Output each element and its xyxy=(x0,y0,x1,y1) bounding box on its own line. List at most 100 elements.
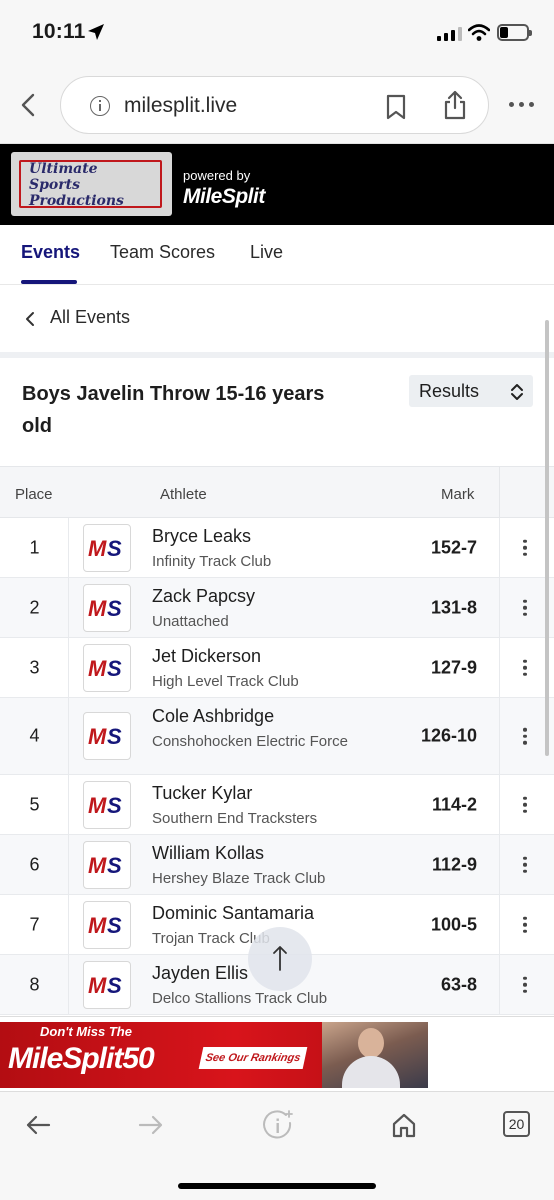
back-chevron-icon[interactable] xyxy=(14,90,44,120)
mark-cell: 126-10 xyxy=(420,725,477,746)
results-select-value[interactable]: Results xyxy=(419,381,479,402)
athlete-team: Conshohocken Electric Force xyxy=(152,733,348,750)
svg-text:S: S xyxy=(107,853,122,877)
active-tab-indicator xyxy=(21,280,77,284)
tab-team-scores[interactable]: Team Scores xyxy=(110,242,215,263)
athlete-name[interactable]: Dominic Santamaria xyxy=(152,903,314,924)
ms-logo-icon: M S xyxy=(83,712,131,760)
kebab-icon[interactable] xyxy=(523,796,527,813)
mark-cell: 127-9 xyxy=(430,657,477,677)
info-sparkle-icon[interactable] xyxy=(262,1110,294,1142)
svg-text:M: M xyxy=(88,724,107,748)
athlete-name[interactable]: Tucker Kylar xyxy=(152,783,252,804)
header-place: Place xyxy=(15,486,53,503)
table-row[interactable]: 4 M S Cole Ashbridge Conshohocken Electr… xyxy=(0,698,554,775)
kebab-icon[interactable] xyxy=(523,856,527,873)
results-select[interactable]: Results xyxy=(409,375,533,407)
ad-cta-button[interactable]: See Our Rankings xyxy=(198,1047,308,1069)
info-icon[interactable] xyxy=(90,96,110,116)
battery-icon xyxy=(497,24,532,41)
forward-arrow-icon[interactable] xyxy=(138,1112,164,1138)
header-mark: Mark xyxy=(441,486,475,503)
svg-text:S: S xyxy=(107,536,122,560)
svg-text:M: M xyxy=(88,596,107,620)
svg-text:S: S xyxy=(107,913,122,937)
kebab-icon[interactable] xyxy=(523,599,527,616)
svg-text:S: S xyxy=(107,724,122,748)
table-row[interactable]: 2 M S Zack Papcsy Unattached 131-8 xyxy=(0,578,554,638)
table-row[interactable]: 3 M S Jet Dickerson High Level Track Clu… xyxy=(0,638,554,698)
ms-logo-icon: M S xyxy=(83,960,131,1009)
chevron-left-icon xyxy=(26,312,34,326)
back-arrow-icon[interactable] xyxy=(25,1112,51,1138)
mark-cell: 112-9 xyxy=(431,854,477,874)
athlete-name[interactable]: Zack Papcsy xyxy=(152,586,255,607)
arrow-up-icon xyxy=(273,946,287,971)
tab-events[interactable]: Events xyxy=(21,242,80,263)
ms-logo-icon: M S xyxy=(83,523,131,572)
athlete-name[interactable]: Bryce Leaks xyxy=(152,526,251,547)
svg-text:M: M xyxy=(88,536,107,560)
athlete-name[interactable]: Cole Ashbridge xyxy=(152,706,274,727)
kebab-icon[interactable] xyxy=(523,976,527,993)
scroll-to-top-button[interactable] xyxy=(248,927,312,991)
svg-text:M: M xyxy=(88,853,107,877)
athlete-team: High Level Track Club xyxy=(152,673,299,690)
all-events-label[interactable]: All Events xyxy=(50,307,130,328)
mark-cell: 131-8 xyxy=(430,597,477,617)
logo-line-2: Sports xyxy=(29,177,80,193)
section-divider xyxy=(0,352,554,358)
share-icon[interactable] xyxy=(443,90,467,120)
svg-text:M: M xyxy=(88,973,107,997)
mark-cell: 114-2 xyxy=(431,794,477,814)
clock: 10:11 xyxy=(32,20,86,43)
place-cell: 5 xyxy=(29,794,40,814)
mark-cell: 100-5 xyxy=(430,914,477,934)
logo-line-1: Ultimate xyxy=(29,161,98,177)
table-row[interactable]: 5 M S Tucker Kylar Southern End Trackste… xyxy=(0,775,554,835)
more-icon[interactable] xyxy=(509,102,534,107)
table-row[interactable]: 1 M S Bryce Leaks Infinity Track Club 15… xyxy=(0,518,554,578)
up-down-chevron-icon xyxy=(511,384,523,400)
url-text[interactable]: milesplit.live xyxy=(124,94,237,118)
athlete-name[interactable]: Jayden Ellis xyxy=(152,963,248,984)
kebab-icon[interactable] xyxy=(523,916,527,933)
place-cell: 8 xyxy=(29,974,40,994)
page-scrollbar[interactable] xyxy=(545,320,549,756)
all-events-link[interactable]: All Events xyxy=(0,286,554,352)
kebab-icon[interactable] xyxy=(523,539,527,556)
svg-text:S: S xyxy=(107,973,122,997)
athlete-team: Unattached xyxy=(152,613,229,630)
place-cell: 2 xyxy=(29,597,40,617)
ms-logo-icon: M S xyxy=(83,780,131,829)
signal-icon xyxy=(437,27,462,41)
svg-text:M: M xyxy=(88,793,107,817)
home-icon[interactable] xyxy=(391,1112,417,1138)
place-cell: 1 xyxy=(29,537,40,557)
table-row[interactable]: 6 M S William Kollas Hershey Blaze Track… xyxy=(0,835,554,895)
status-bar: 10:11 xyxy=(0,0,554,66)
home-indicator xyxy=(178,1183,376,1189)
tabs-icon[interactable]: 20 xyxy=(503,1111,530,1137)
url-field[interactable]: milesplit.live xyxy=(60,76,489,134)
athlete-name[interactable]: William Kollas xyxy=(152,843,264,864)
athlete-name[interactable]: Jet Dickerson xyxy=(152,646,261,667)
site-header: Ultimate Sports Productions powered by M… xyxy=(0,144,554,225)
bookmark-icon[interactable] xyxy=(385,94,407,120)
browser-address-bar: milesplit.live xyxy=(0,66,554,144)
svg-text:S: S xyxy=(107,656,122,680)
ad-line-2: MileSplit50 xyxy=(8,1042,155,1075)
header-athlete: Athlete xyxy=(160,486,207,503)
usp-logo[interactable]: Ultimate Sports Productions xyxy=(11,152,172,216)
powered-by-text: powered by xyxy=(183,168,251,183)
ms-logo-icon: M S xyxy=(83,643,131,692)
kebab-icon[interactable] xyxy=(523,659,527,676)
wifi-icon xyxy=(468,24,490,41)
tab-live[interactable]: Live xyxy=(250,242,283,263)
svg-text:M: M xyxy=(88,913,107,937)
kebab-icon[interactable] xyxy=(523,727,527,745)
place-cell: 7 xyxy=(29,914,40,934)
location-arrow-icon xyxy=(88,24,104,40)
milesplit50-ad-banner[interactable]: Don't Miss The MileSplit50 See Our Ranki… xyxy=(0,1022,428,1088)
ad-athlete-photo xyxy=(322,1022,428,1088)
